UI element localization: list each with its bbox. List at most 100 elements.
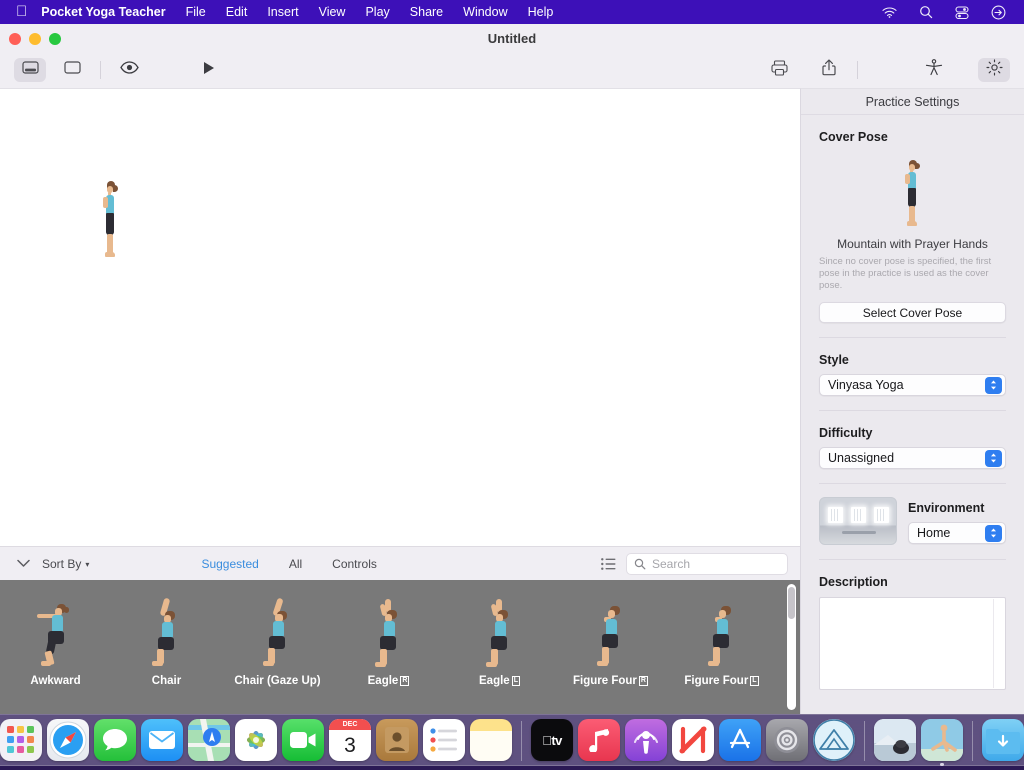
inspector-toggle-button[interactable] [56,58,88,82]
practice-canvas[interactable] [0,88,800,546]
siri-icon[interactable] [991,5,1006,20]
dock-item-news[interactable] [672,719,714,761]
menu-item-window[interactable]: Window [463,5,507,19]
settings-button[interactable] [978,58,1010,82]
traffic-lights [9,33,61,45]
sidebar-divider [819,337,1006,338]
share-button[interactable] [813,58,845,82]
pose-label: Eagle R [367,675,410,687]
pose-thumbnail-strip[interactable]: Awkward Chair Chair (Gaze Up) Eagle R Ea… [0,580,800,714]
canvas-pose-figure[interactable] [96,181,126,259]
document-title: Untitled [487,30,537,46]
tab-controls[interactable]: Controls [332,557,377,571]
dock-item-maps[interactable] [188,719,230,761]
practice-settings-sidebar: Practice Settings Cover Pose Mountain wi… [800,88,1024,714]
menu-item-view[interactable]: View [319,5,346,19]
search-input[interactable] [651,556,772,571]
pose-item[interactable]: Chair [111,586,222,688]
control-center-icon[interactable] [955,5,969,19]
dock-item-preview[interactable] [874,719,916,761]
dock-item-messages[interactable] [94,719,136,761]
minimize-button[interactable] [29,33,41,45]
dock-item-pocketyogateacher[interactable] [921,719,963,766]
dock-item-calendar[interactable]: DEC 3 [329,719,371,761]
menu-bar:  Pocket Yoga Teacher File Edit Insert V… [0,0,1024,24]
pose-item[interactable]: Eagle L [444,586,555,688]
style-select[interactable]: Vinyasa Yoga [819,374,1006,396]
search-icon[interactable] [919,5,933,19]
chevron-updown-icon [985,524,1002,542]
cover-pose-thumbnail[interactable] [819,153,1006,228]
dock-item-pocketyoga[interactable] [813,719,855,761]
library-tabs: Suggested All Controls [201,557,376,571]
menu-app-name[interactable]: Pocket Yoga Teacher [41,5,165,19]
pose-item[interactable]: Eagle R [333,586,444,688]
pose-item[interactable]: Figure Four L [666,586,777,688]
pose-strip-scrollbar[interactable] [787,584,796,710]
close-button[interactable] [9,33,21,45]
calendar-month: DEC [329,719,371,730]
dock: DEC 3 tv [0,714,1024,766]
apple-menu-icon[interactable]:  [16,4,27,19]
dock-separator [864,721,865,761]
print-icon [770,59,788,81]
window-titlebar: Untitled [0,24,1024,52]
dock-item-mail[interactable] [141,719,183,761]
toolbar-separator-2 [857,61,858,79]
dock-item-downloads[interactable] [982,719,1024,761]
menu-item-help[interactable]: Help [528,5,554,19]
pose-inspector-button[interactable] [918,58,950,82]
description-textarea[interactable] [819,597,1006,690]
dock-item-photos[interactable] [235,719,277,761]
dock-separator [521,721,522,761]
preview-button[interactable] [113,58,145,82]
sort-by-button[interactable]: Sort By ▾ [42,557,89,571]
sort-by-label: Sort By [42,556,82,571]
dock-item-podcasts[interactable] [625,719,667,761]
cover-pose-note: Since no cover pose is specified, the fi… [819,256,992,291]
environment-heading: Environment [908,501,985,515]
play-button[interactable] [193,58,225,82]
dock-item-reminders[interactable] [423,719,465,761]
list-view-icon[interactable] [601,557,616,570]
tab-suggested[interactable]: Suggested [201,557,258,571]
dock-item-safari[interactable] [47,719,89,761]
dock-item-notes[interactable] [470,719,512,761]
pose-item[interactable]: Chair (Gaze Up) [222,586,333,688]
room-thumbnail[interactable] [819,497,897,545]
pose-thumbnail [576,598,646,670]
description-scrollbar[interactable] [993,599,1004,688]
menu-item-file[interactable]: File [186,5,206,19]
zoom-button[interactable] [49,33,61,45]
toolbar-separator-1 [100,61,101,79]
menu-item-play[interactable]: Play [365,5,389,19]
dock-item-settings[interactable] [766,719,808,761]
pose-item[interactable]: Awkward [0,586,111,688]
pose-label: Chair (Gaze Up) [234,675,321,687]
wifi-icon[interactable] [882,6,897,18]
side-badge: R [638,676,648,686]
dock-item-contacts[interactable] [376,719,418,761]
dock-item-music[interactable] [578,719,620,761]
menu-item-edit[interactable]: Edit [226,5,248,19]
select-cover-pose-button[interactable]: Select Cover Pose [819,302,1006,323]
print-button[interactable] [763,58,795,82]
tab-all[interactable]: All [289,557,302,571]
dock-item-appstore[interactable] [719,719,761,761]
menu-item-insert[interactable]: Insert [267,5,298,19]
sidebar-divider [819,483,1006,484]
play-icon [203,61,215,80]
dock-item-facetime[interactable] [282,719,324,761]
menu-item-share[interactable]: Share [410,5,443,19]
chevron-down-icon[interactable] [12,559,34,568]
pose-label: Figure Four R [573,675,648,687]
sidebar-toggle-button[interactable] [14,58,46,82]
difficulty-select[interactable]: Unassigned [819,447,1006,469]
chevron-updown-icon [985,449,1002,467]
pose-item[interactable]: Figure Four R [555,586,666,688]
search-field[interactable] [625,552,788,575]
side-badge: L [511,676,520,686]
environment-select[interactable]: Home [908,522,1006,544]
dock-item-tv[interactable]: tv [531,719,573,761]
dock-item-launchpad[interactable] [0,719,42,761]
